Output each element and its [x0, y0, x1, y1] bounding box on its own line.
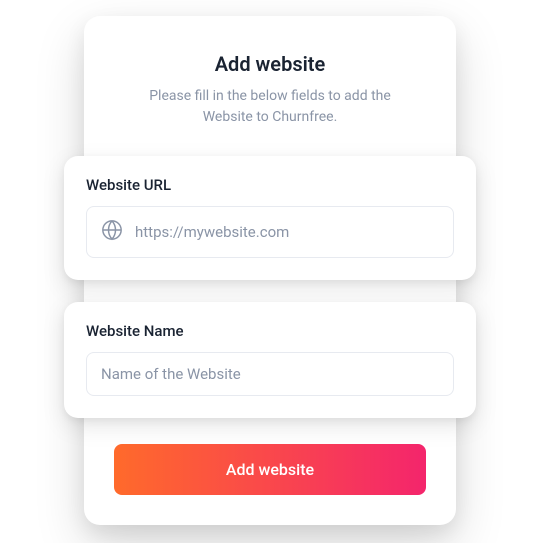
modal-title: Add website — [114, 52, 426, 76]
website-url-input-wrapper[interactable] — [86, 206, 454, 258]
add-website-modal: Add website Please fill in the below fie… — [84, 16, 456, 525]
modal-subtitle: Please fill in the below fields to add t… — [114, 86, 426, 128]
website-name-card: Website Name — [64, 302, 476, 418]
add-website-button[interactable]: Add website — [114, 444, 426, 495]
website-name-label: Website Name — [86, 322, 454, 340]
website-url-input[interactable] — [135, 223, 439, 241]
website-url-label: Website URL — [86, 176, 454, 194]
website-name-input-wrapper[interactable] — [86, 352, 454, 396]
globe-icon — [101, 219, 123, 245]
website-url-card: Website URL — [64, 156, 476, 280]
website-name-input[interactable] — [101, 365, 439, 383]
